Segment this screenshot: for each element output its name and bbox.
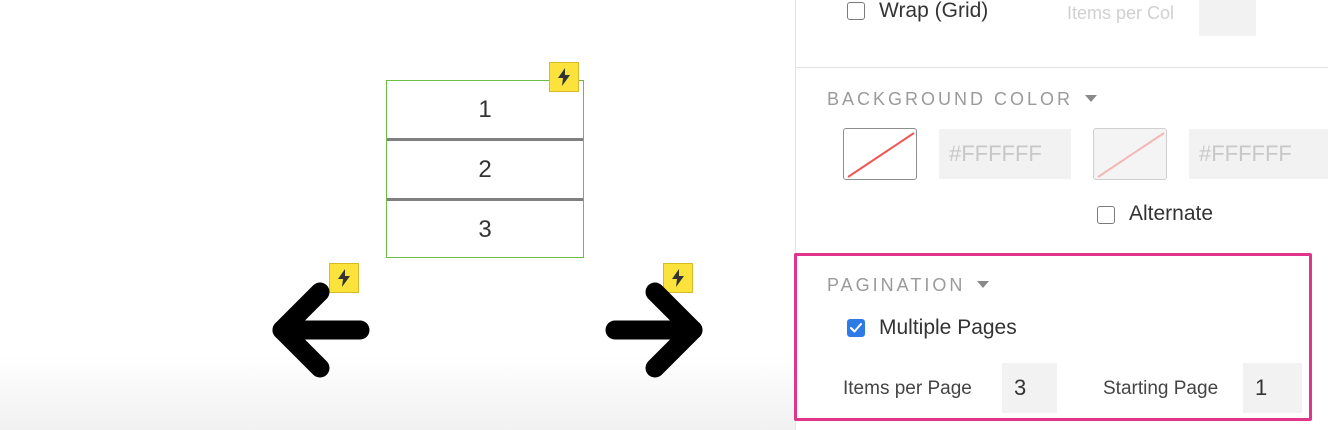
repeater-item[interactable]: 2 bbox=[387, 141, 583, 198]
alternate-hex-input[interactable]: #FFFFFF bbox=[1189, 129, 1328, 179]
repeater-item[interactable]: 3 bbox=[387, 201, 583, 258]
multiple-pages-label: Multiple Pages bbox=[879, 316, 1017, 339]
wrap-grid-checkbox[interactable] bbox=[847, 2, 865, 20]
section-title-pagination[interactable]: PAGINATION bbox=[827, 274, 990, 296]
alternate-color-swatch[interactable] bbox=[1093, 128, 1167, 180]
items-per-col-label: Items per Col bbox=[1067, 3, 1175, 23]
checkmark-icon bbox=[850, 323, 862, 333]
multiple-pages-checkbox[interactable] bbox=[847, 319, 865, 337]
section-title-text: PAGINATION bbox=[827, 275, 966, 295]
design-canvas[interactable]: 1 2 3 bbox=[0, 0, 795, 430]
items-per-page-label: Items per Page bbox=[843, 378, 972, 399]
starting-page-label: Starting Page bbox=[1103, 378, 1219, 399]
items-per-col-input[interactable] bbox=[1199, 0, 1256, 36]
properties-panel: Wrap (Grid) Items per Col BACKGROUND COL… bbox=[795, 0, 1328, 430]
section-title-background-color[interactable]: BACKGROUND COLOR bbox=[827, 88, 1098, 110]
background-hex-input[interactable]: #FFFFFF bbox=[939, 129, 1071, 179]
lightning-bolt-icon[interactable] bbox=[549, 62, 579, 92]
section-divider bbox=[796, 67, 1328, 68]
arrow-right-icon[interactable] bbox=[603, 278, 707, 382]
alternate-label: Alternate bbox=[1129, 202, 1214, 225]
section-title-text: BACKGROUND COLOR bbox=[827, 89, 1074, 109]
items-per-page-input[interactable]: 3 bbox=[1002, 363, 1057, 413]
chevron-down-icon bbox=[1085, 94, 1098, 102]
wrap-grid-label: Wrap (Grid) bbox=[879, 0, 989, 22]
arrow-left-icon[interactable] bbox=[268, 278, 372, 382]
background-color-swatch[interactable] bbox=[843, 128, 917, 180]
repeater-widget[interactable]: 1 2 3 bbox=[386, 80, 584, 258]
alternate-checkbox[interactable] bbox=[1097, 206, 1115, 224]
starting-page-input[interactable]: 1 bbox=[1243, 363, 1302, 413]
chevron-down-icon bbox=[977, 280, 990, 288]
